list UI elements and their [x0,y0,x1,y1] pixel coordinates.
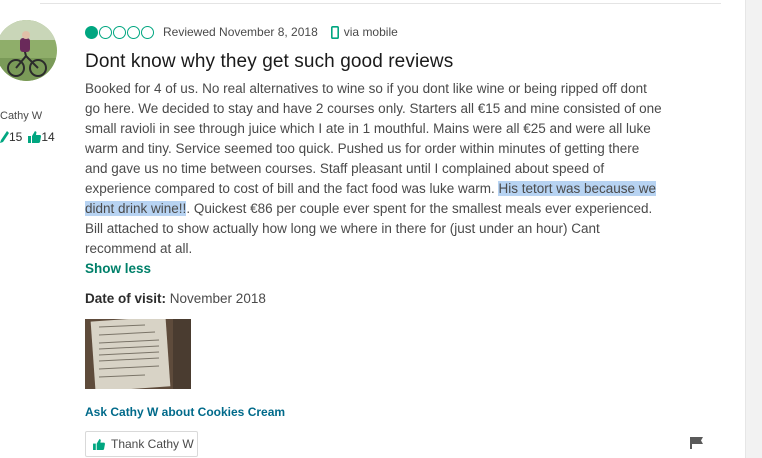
rating-bubble-empty [113,25,126,39]
member-stats: 15 14 [0,130,61,144]
review-body: Booked for 4 of us. No real alternatives… [85,79,665,259]
visit-label: Date of visit: [85,291,167,306]
thank-reviewer-button[interactable]: Thank Cathy W [85,431,198,457]
review-text-before: Booked for 4 of us. No real alternatives… [85,81,662,196]
bubble-rating [85,25,155,39]
page-scrollbar[interactable] [745,0,762,458]
pencil-icon [0,131,9,143]
helpful-votes-stat: 14 [28,130,55,144]
rating-bubble-empty [99,25,112,39]
rating-row: Reviewed November 8, 2018 via mobile [85,25,398,39]
rating-bubble-filled [85,25,98,39]
date-of-visit: Date of visit: November 2018 [85,291,266,306]
review-photo-receipt[interactable] [85,319,191,389]
rating-bubble-empty [141,25,154,39]
contributions-stat: 15 [0,130,22,144]
via-mobile: via mobile [330,25,398,39]
show-less-link[interactable]: Show less [85,261,151,276]
review-date: Reviewed November 8, 2018 [163,25,318,39]
contributions-count: 15 [9,130,23,144]
thumbs-up-icon [93,438,105,450]
thumbs-up-icon [28,131,42,143]
rating-bubble-empty [127,25,140,39]
mobile-phone-icon [330,25,339,39]
via-mobile-label: via mobile [343,25,398,39]
thank-button-label: Thank Cathy W [111,437,194,451]
report-flag-icon[interactable] [690,436,703,454]
avatar[interactable] [0,20,57,81]
member-name[interactable]: Cathy W [0,110,42,122]
helpful-votes-count: 14 [41,130,55,144]
visit-value: November 2018 [169,291,266,306]
ask-member-link[interactable]: Ask Cathy W about Cookies Cream [85,405,285,419]
review-title[interactable]: Dont know why they get such good reviews [85,51,453,73]
top-divider [40,3,721,4]
